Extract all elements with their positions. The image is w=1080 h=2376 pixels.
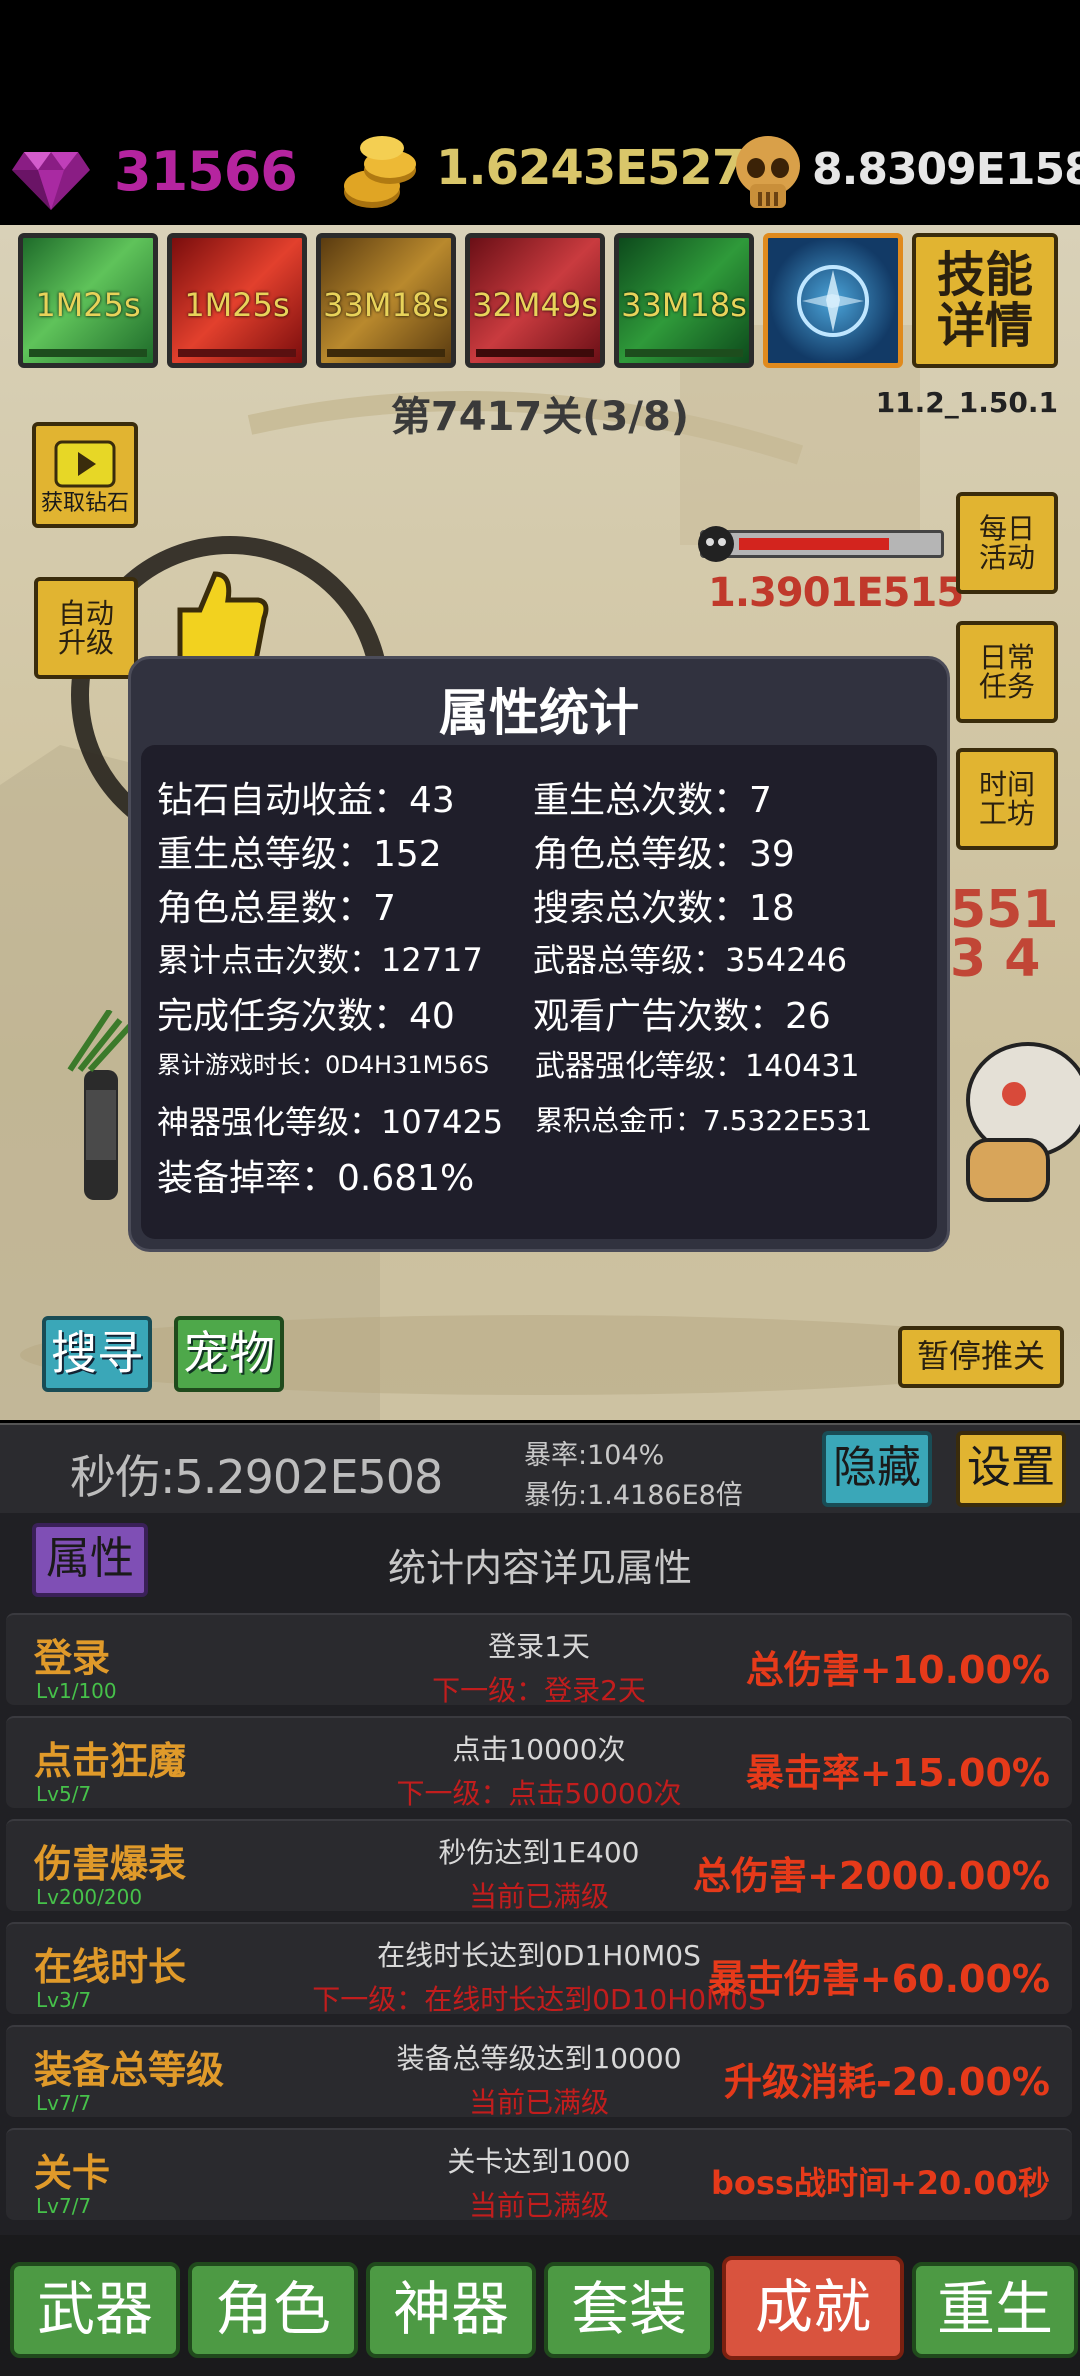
stat-click-count: 累计点击次数：12717 [157,941,483,979]
settings-button[interactable]: 设置 [956,1431,1066,1507]
stat-diamond-income: 钻石自动收益：43 [157,780,455,821]
skull-hp-icon [698,526,734,562]
pause-push-button[interactable]: 暂停推关 [898,1326,1064,1388]
time-workshop-button[interactable]: 时间工坊 [956,748,1058,850]
diamond-icon [12,152,90,210]
daily-event-button[interactable]: 每日活动 [956,492,1058,594]
skill-timer: 33M18s [621,286,747,324]
stats-list: 钻石自动收益：43 重生总次数：7 重生总等级：152 角色总等级：39 角色总… [141,745,937,1239]
stat-tasks-completed: 完成任务次数：40 [157,996,455,1037]
nav-equipment-sets[interactable]: 套装 [544,2262,714,2358]
skill-details-button[interactable]: 技能详情 [912,233,1058,368]
skill-slot-5[interactable]: 33M18s [614,233,754,368]
modal-title: 属性统计 [439,684,639,742]
game-screen: { "currency": { "diamonds": "31566", "go… [0,0,1080,2376]
stat-rebirth-count: 重生总次数：7 [533,780,772,821]
skill-slot-3[interactable]: 33M18s [316,233,456,368]
stat-rebirth-level: 重生总等级：152 [157,834,442,875]
skill-slot-2[interactable]: 1M25s [167,233,307,368]
diamond-count: 31566 [114,140,298,203]
gold-coins-icon [344,136,416,208]
nav-weapons[interactable]: 武器 [10,2262,180,2358]
daily-tasks-button[interactable]: 日常任务 [956,621,1058,723]
gold-count: 1.6243E527 [436,140,745,196]
nav-achievements[interactable]: 成就 [722,2256,904,2360]
crit-damage: 暴伤:1.4186E8倍 [524,1480,743,1511]
achievement-row[interactable]: 在线时长 Lv3/7 在线时长达到0D1H0M0S 下一级：在线时长达到0D10… [6,1922,1072,2016]
achievement-row[interactable]: 点击狂魔 Lv5/7 点击10000次 下一级：点击50000次 暴击率+15.… [6,1716,1072,1810]
currency-bar: 31566 1.6243E527 8.8309E158 [0,0,1080,225]
stat-search-count: 搜索总次数：18 [533,888,795,929]
boss-health-fill [739,538,889,550]
skill-timer: 1M25s [184,286,290,324]
search-button[interactable]: 搜寻 [42,1316,152,1392]
damage-numbers: 5513 4 [950,880,1059,990]
stat-weapon-enhance: 武器强化等级：140431 [535,1049,860,1084]
stats-modal: 属性统计 钻石自动收益：43 重生总次数：7 重生总等级：152 角色总等级：3… [128,656,950,1252]
skill-timer: 33M18s [323,286,449,324]
hide-button[interactable]: 隐藏 [822,1431,932,1507]
stat-weapon-level: 武器总等级：354246 [533,941,848,979]
panel-subtitle: 统计内容详见属性 [387,1546,692,1590]
dps-bar: 秒伤:5.2902E508 暴率:104% 暴伤:1.4186E8倍 隐藏 设置 [0,1423,1080,1513]
archer-character [67,1010,133,1200]
auto-upgrade-button[interactable]: 自动升级 [34,577,138,679]
thumbs-up-icon [177,571,269,660]
boss-hp-value: 1.3901E515 [708,570,964,616]
stat-play-time: 累计游戏时长：0D4H31M56S [157,1051,490,1079]
skill-timer: 1M25s [35,286,141,324]
stat-character-stars: 角色总星数：7 [157,888,396,929]
pet-button[interactable]: 宠物 [174,1316,284,1392]
crit-rate: 暴率:104% [524,1440,665,1471]
achievements-panel: 属性 统计内容详见属性 登录 Lv1/100 登录1天 下一级：登录2天 总伤害… [0,1513,1080,2235]
boss-health-bar [700,530,944,558]
skill-slot-1[interactable]: 1M25s [18,233,158,368]
stat-character-level: 角色总等级：39 [533,834,795,875]
achievement-row[interactable]: 关卡 Lv7/7 关卡达到1000 当前已满级 boss战时间+20.00秒 [6,2128,1072,2222]
video-icon [54,440,116,488]
skull-icon [736,136,800,208]
enemy-character [966,1042,1080,1202]
nav-characters[interactable]: 角色 [188,2262,358,2358]
skill-slot-4[interactable]: 32M49s [465,233,605,368]
achievement-row[interactable]: 登录 Lv1/100 登录1天 下一级：登录2天 总伤害+10.00% [6,1613,1072,1707]
achievement-row[interactable]: 伤害爆表 Lv200/200 秒伤达到1E400 当前已满级 总伤害+2000.… [6,1819,1072,1913]
stat-total-gold: 累积总金币：7.5322E531 [535,1104,873,1137]
blue-shield-skill-icon [797,265,869,337]
skill-timer: 32M49s [472,286,598,324]
dps-value: 秒伤:5.2902E508 [70,1450,443,1504]
stat-artifact-enhance: 神器强化等级：107425 [157,1103,504,1141]
skill-slot-6[interactable] [763,233,903,368]
stat-drop-rate: 装备掉率：0.681% [157,1158,475,1199]
stat-ads-watched: 观看广告次数：26 [533,996,831,1037]
skull-count: 8.8309E158 [812,144,1080,195]
version-label: 11.2_1.50.1 [875,386,1058,419]
get-diamonds-button[interactable]: 获取钻石 [32,422,138,528]
achievement-row[interactable]: 装备总等级 Lv7/7 装备总等级达到10000 当前已满级 升级消耗-20.0… [6,2025,1072,2119]
nav-rebirth[interactable]: 重生 [912,2262,1078,2358]
nav-artifacts[interactable]: 神器 [366,2262,536,2358]
